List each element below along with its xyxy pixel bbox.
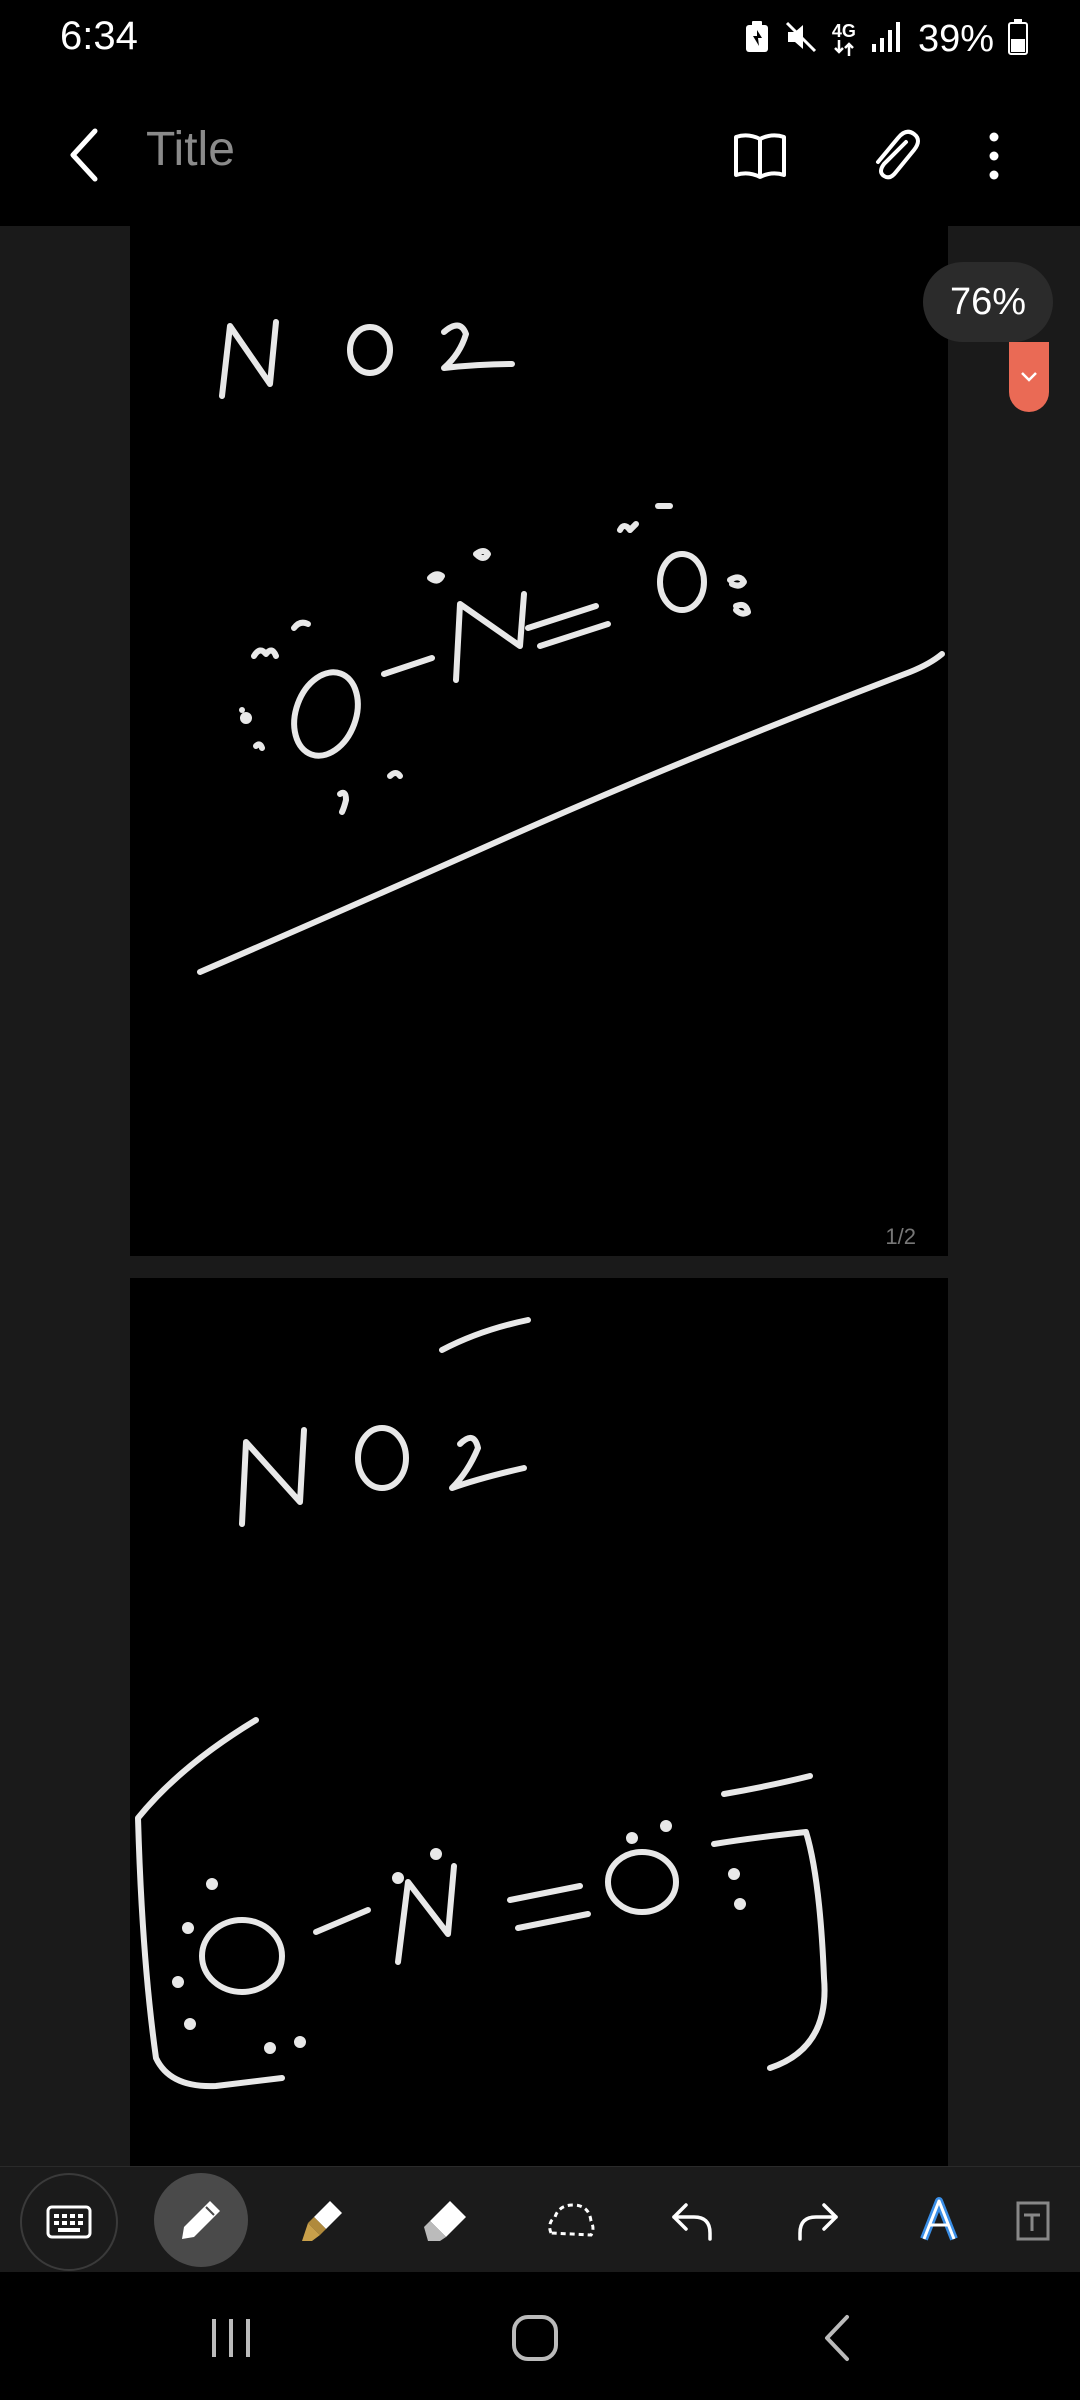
battery-saver-icon (744, 20, 770, 59)
pen-icon (182, 2201, 220, 2239)
keyboard-icon (46, 2205, 92, 2239)
title-field[interactable]: Title (146, 122, 235, 177)
note-canvas[interactable]: 1/2 76% (0, 226, 1080, 2166)
lasso-icon (548, 2203, 595, 2237)
back-button[interactable] (50, 120, 120, 190)
text-style-icon (920, 2197, 958, 2241)
signal-icon (870, 21, 904, 57)
recents-icon (212, 2319, 250, 2357)
pen-toolbar (0, 2166, 1080, 2273)
highlighter-tool-button[interactable] (276, 2173, 370, 2267)
app-bar: Title (0, 80, 1080, 228)
mute-icon (784, 20, 818, 59)
text-box-icon (1016, 2201, 1050, 2241)
chevron-down-icon (1021, 372, 1037, 382)
status-time: 6:34 (60, 14, 138, 58)
undo-icon (672, 2203, 712, 2241)
network-type-label: 4G (831, 21, 856, 41)
recents-button[interactable] (186, 2298, 276, 2378)
back-nav-button[interactable] (792, 2298, 882, 2378)
home-icon (512, 2315, 558, 2361)
note-page-2[interactable] (130, 1278, 948, 2166)
home-button[interactable] (490, 2298, 580, 2378)
page-number: 1/2 (885, 1224, 916, 1249)
reading-mode-button[interactable] (722, 118, 798, 194)
network-4g-icon: 4G (832, 22, 856, 56)
redo-button[interactable] (770, 2173, 864, 2267)
handwriting-ink-page-1 (197, 319, 945, 975)
attach-button[interactable] (856, 118, 932, 194)
battery-icon (1008, 18, 1028, 60)
paperclip-icon (876, 129, 920, 180)
eraser-tool-button[interactable] (398, 2173, 492, 2267)
keyboard-button[interactable] (20, 2173, 118, 2271)
status-icons: 4G 39% (744, 14, 1028, 64)
redo-icon (798, 2203, 838, 2241)
battery-percent: 39% (917, 17, 994, 60)
back-icon (825, 2315, 849, 2361)
undo-button[interactable] (646, 2173, 740, 2267)
eraser-icon (424, 2201, 466, 2241)
handwriting-ink-page-2 (135, 1317, 828, 2090)
more-vertical-icon (989, 132, 999, 180)
system-nav-bar (0, 2272, 1080, 2400)
more-options-button[interactable] (956, 118, 1032, 194)
lasso-select-tool-button[interactable] (524, 2173, 618, 2267)
status-bar: 6:34 4G 39% (0, 0, 1080, 80)
book-icon (734, 133, 786, 179)
note-page-1[interactable]: 1/2 (130, 226, 948, 1256)
pen-tool-button[interactable] (154, 2173, 248, 2267)
more-tools-button[interactable] (1010, 2173, 1080, 2267)
chevron-left-icon (70, 128, 98, 182)
highlighter-icon (302, 2201, 342, 2241)
text-style-button[interactable] (892, 2173, 986, 2267)
fast-scroll-handle[interactable] (1009, 342, 1049, 412)
zoom-level-badge[interactable]: 76% (923, 262, 1053, 342)
